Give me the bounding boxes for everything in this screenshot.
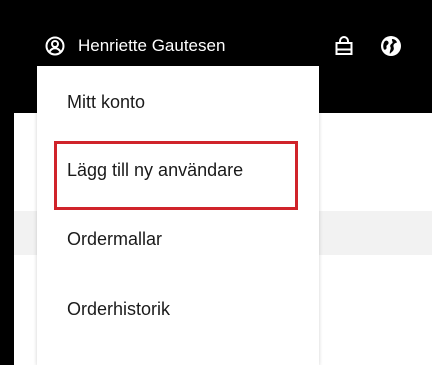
account-menu-button[interactable]: Henriette Gautesen — [44, 30, 225, 62]
page: Henriette Gautesen Mitt konto Lägg till … — [0, 0, 432, 365]
account-dropdown-menu: Mitt konto Lägg till ny användare Orderm… — [37, 66, 319, 365]
menu-item-orderhistorik[interactable]: Orderhistorik — [67, 294, 170, 324]
menu-item-ordermallar[interactable]: Ordermallar — [67, 224, 162, 254]
globe-icon[interactable] — [380, 35, 402, 57]
shopping-bag-icon[interactable] — [333, 35, 355, 57]
user-circle-icon — [44, 35, 66, 57]
user-name: Henriette Gautesen — [78, 36, 226, 55]
menu-item-add-new-user[interactable]: Lägg till ny användare — [67, 155, 243, 185]
menu-item-mitt-konto[interactable]: Mitt konto — [67, 87, 145, 117]
